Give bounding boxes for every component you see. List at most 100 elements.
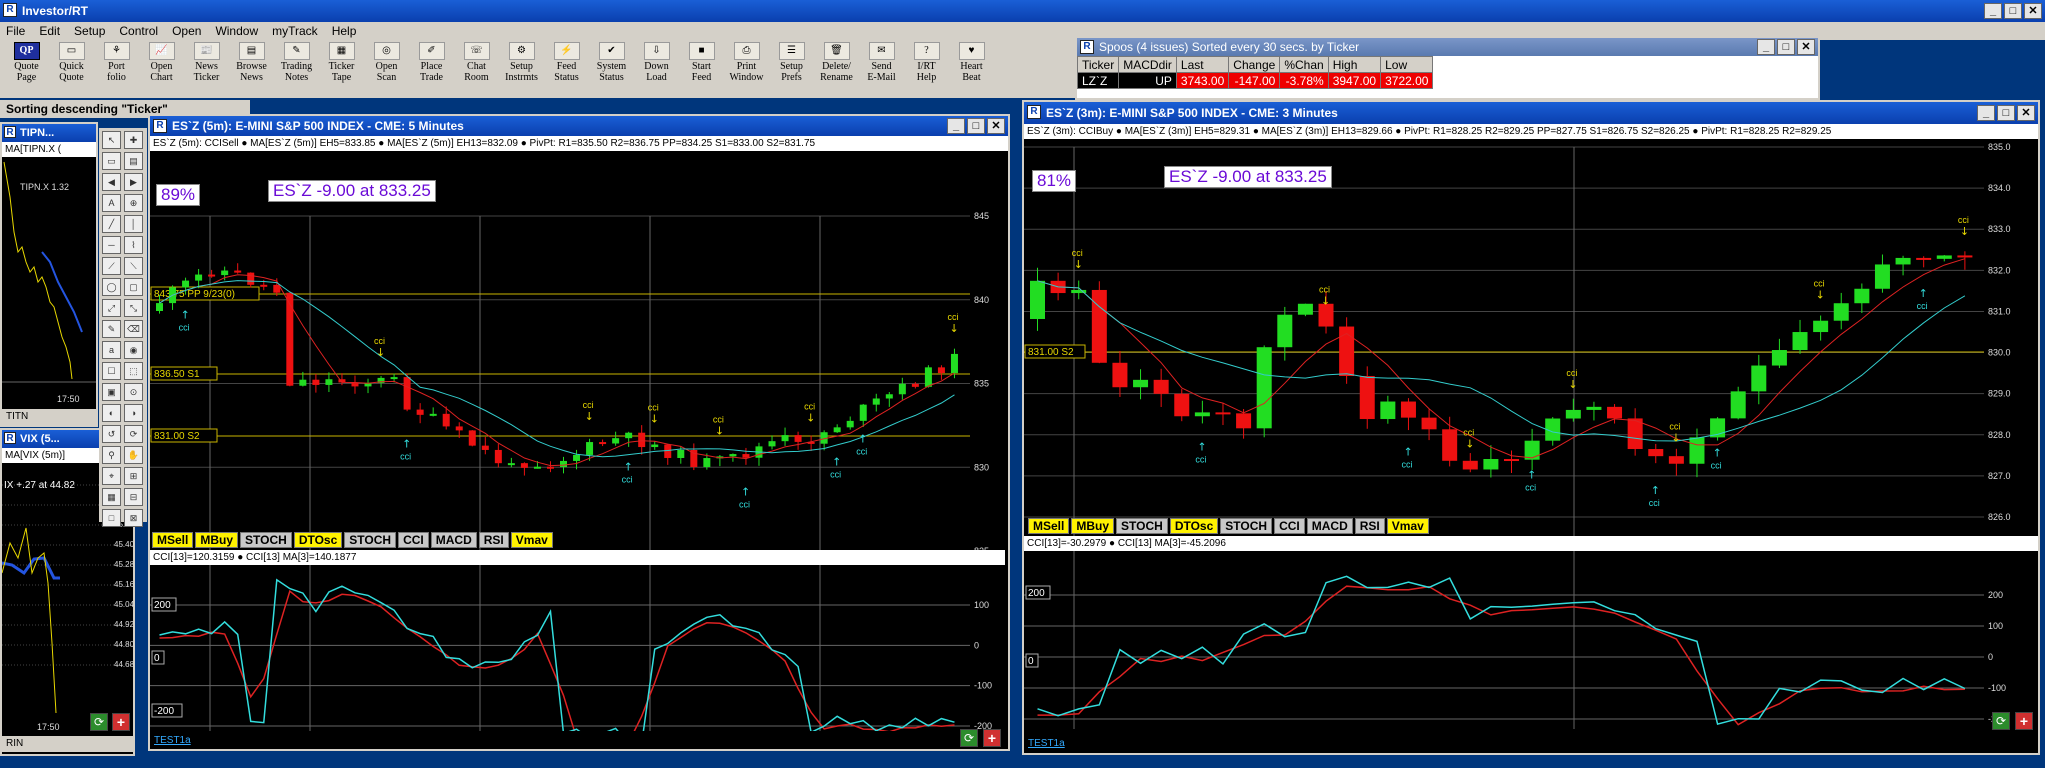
study-tab-stoch[interactable]: STOCH <box>344 532 397 548</box>
drawing-tool-19-icon[interactable]: ⌫ <box>124 320 143 338</box>
chart3-close-button[interactable]: ✕ <box>2017 105 2035 121</box>
study-tab-cci[interactable]: CCI <box>1274 518 1305 534</box>
maximize-button[interactable]: □ <box>2004 3 2022 19</box>
quote-header-cell[interactable]: Change <box>1228 56 1281 73</box>
study-tab-mbuy[interactable]: MBuy <box>1071 518 1115 534</box>
menu-open[interactable]: Open <box>172 22 201 40</box>
study-tab-dtosc[interactable]: DTOsc <box>293 532 343 548</box>
study-tab-stoch[interactable]: STOCH <box>240 532 292 548</box>
drawing-tool-16-icon[interactable]: ⤢ <box>102 299 121 317</box>
toolbar-port-folio-button[interactable]: ⚘ Port folio <box>94 42 139 96</box>
quote-header-cell[interactable]: Ticker <box>1076 56 1120 73</box>
drawing-tool-21-icon[interactable]: ◉ <box>124 341 143 359</box>
toolbar-down-load-button[interactable]: ⇩ Down Load <box>634 42 679 96</box>
study-tab-macd[interactable]: MACD <box>430 532 477 548</box>
drawing-tool-35-icon[interactable]: ⊟ <box>124 488 143 506</box>
study-tab-msell[interactable]: MSell <box>1028 518 1070 534</box>
drawing-tool-14-icon[interactable]: ◯ <box>102 278 121 296</box>
drawing-tool-20-icon[interactable]: a <box>102 341 121 359</box>
menu-window[interactable]: Window <box>215 22 258 40</box>
study-tab-dtosc[interactable]: DTOsc <box>1169 518 1219 534</box>
drawing-tool-29-icon[interactable]: ⟳ <box>124 425 143 443</box>
quote-header-cell[interactable]: MACDdir <box>1118 56 1177 73</box>
drawing-tool-9-icon[interactable]: │ <box>124 215 143 233</box>
drawing-tool-15-icon[interactable]: ▢ <box>124 278 143 296</box>
drawing-tool-37-icon[interactable]: ⊠ <box>124 509 143 527</box>
drawing-tool-22-icon[interactable]: ☐ <box>102 362 121 380</box>
menu-setup[interactable]: Setup <box>74 22 105 40</box>
quote-header-cell[interactable]: High <box>1327 56 1382 73</box>
drawing-tool-32-icon[interactable]: ⌖ <box>102 467 121 485</box>
chart5-add-button[interactable]: + <box>983 729 1001 747</box>
toolbar-browse-news-button[interactable]: ▤ Browse News <box>229 42 274 96</box>
quote-header-cell[interactable]: Last <box>1175 56 1230 73</box>
drawing-tool-3-icon[interactable]: ▤ <box>124 152 143 170</box>
drawing-tool-8-icon[interactable]: ╱ <box>102 215 121 233</box>
drawing-tool-5-icon[interactable]: ▶ <box>124 173 143 191</box>
toolbar-setup-prefs-button[interactable]: ☰ Setup Prefs <box>769 42 814 96</box>
study-tab-vmav[interactable]: Vmav <box>1386 518 1429 534</box>
study-tab-cci[interactable]: CCI <box>398 532 429 548</box>
toolbar-quote-page-button[interactable]: QP Quote Page <box>4 42 49 96</box>
toolbar-i-rt-help-button[interactable]: ? I/RT Help <box>904 42 949 96</box>
drawing-tool-1-icon[interactable]: ✚ <box>124 131 143 149</box>
drawing-tool-4-icon[interactable]: ◀ <box>102 173 121 191</box>
chart5-refresh-button[interactable]: ⟳ <box>960 729 978 747</box>
drawing-tool-34-icon[interactable]: ▦ <box>102 488 121 506</box>
drawing-tool-33-icon[interactable]: ⊞ <box>124 467 143 485</box>
study-tab-rsi[interactable]: RSI <box>478 532 509 548</box>
study-tab-stoch[interactable]: STOCH <box>1220 518 1273 534</box>
chart3-refresh-button[interactable]: ⟳ <box>1992 712 2010 730</box>
quote-maximize-button[interactable]: □ <box>1777 39 1795 55</box>
drawing-tool-11-icon[interactable]: ⌇ <box>124 236 143 254</box>
vix-refresh-button[interactable]: ⟳ <box>90 713 108 731</box>
drawing-tool-2-icon[interactable]: ▭ <box>102 152 121 170</box>
toolbar-trading-notes-button[interactable]: ✎ Trading Notes <box>274 42 319 96</box>
toolbar-open-scan-button[interactable]: ◎ Open Scan <box>364 42 409 96</box>
drawing-tool-28-icon[interactable]: ↺ <box>102 425 121 443</box>
menu-help[interactable]: Help <box>332 22 357 40</box>
quote-header-cell[interactable]: %Chan <box>1279 56 1329 73</box>
toolbar-chat-room-button[interactable]: ☏ Chat Room <box>454 42 499 96</box>
study-tab-macd[interactable]: MACD <box>1306 518 1353 534</box>
close-button[interactable]: ✕ <box>2024 3 2042 19</box>
menu-mytrack[interactable]: myTrack <box>272 22 318 40</box>
study-tab-stoch[interactable]: STOCH <box>1116 518 1168 534</box>
drawing-tool-31-icon[interactable]: ✋ <box>124 446 143 464</box>
minimize-button[interactable]: _ <box>1984 3 2002 19</box>
vix-add-button[interactable]: + <box>112 713 130 731</box>
toolbar-start-feed-button[interactable]: ■ Start Feed <box>679 42 724 96</box>
toolbar-heart-beat-button[interactable]: ♥ Heart Beat <box>949 42 994 96</box>
drawing-tool-26-icon[interactable]: ◐ <box>102 404 121 422</box>
study-tab-vmav[interactable]: Vmav <box>510 532 553 548</box>
menu-control[interactable]: Control <box>119 22 158 40</box>
toolbar-setup-instrmts-button[interactable]: ⚙ Setup Instrmts <box>499 42 544 96</box>
chart5-close-button[interactable]: ✕ <box>987 118 1005 134</box>
drawing-tool-30-icon[interactable]: ⚲ <box>102 446 121 464</box>
toolbar-open-chart-button[interactable]: 📈 Open Chart <box>139 42 184 96</box>
drawing-tool-27-icon[interactable]: ◑ <box>124 404 143 422</box>
toolbar-send-e-mail-button[interactable]: ✉ Send E-Mail <box>859 42 904 96</box>
quote-close-button[interactable]: ✕ <box>1797 39 1815 55</box>
drawing-tool-23-icon[interactable]: ⬚ <box>124 362 143 380</box>
drawing-tool-24-icon[interactable]: ▣ <box>102 383 121 401</box>
drawing-tool-12-icon[interactable]: ⟋ <box>102 257 121 275</box>
drawing-tool-25-icon[interactable]: ⊙ <box>124 383 143 401</box>
chart3-add-button[interactable]: + <box>2015 712 2033 730</box>
drawing-tool-6-icon[interactable]: A <box>102 194 121 212</box>
chart3-minimize-button[interactable]: _ <box>1977 105 1995 121</box>
menu-edit[interactable]: Edit <box>39 22 60 40</box>
toolbar-delete-rename-button[interactable]: 🗑 Delete/Rename <box>814 42 859 96</box>
drawing-tool-17-icon[interactable]: ⤡ <box>124 299 143 317</box>
drawing-tool-10-icon[interactable]: ─ <box>102 236 121 254</box>
chart5-maximize-button[interactable]: □ <box>967 118 985 134</box>
quote-minimize-button[interactable]: _ <box>1757 39 1775 55</box>
toolbar-ticker-tape-button[interactable]: ▦ Ticker Tape <box>319 42 364 96</box>
toolbar-feed-status-button[interactable]: ⚡ Feed Status <box>544 42 589 96</box>
study-tab-msell[interactable]: MSell <box>152 532 194 548</box>
menu-file[interactable]: File <box>6 22 25 40</box>
drawing-tool-0-icon[interactable]: ↖ <box>102 131 121 149</box>
toolbar-news-ticker-button[interactable]: 📰 News Ticker <box>184 42 229 96</box>
toolbar-system-status-button[interactable]: ✔ System Status <box>589 42 634 96</box>
toolbar-print-window-button[interactable]: ⎙ Print Window <box>724 42 769 96</box>
